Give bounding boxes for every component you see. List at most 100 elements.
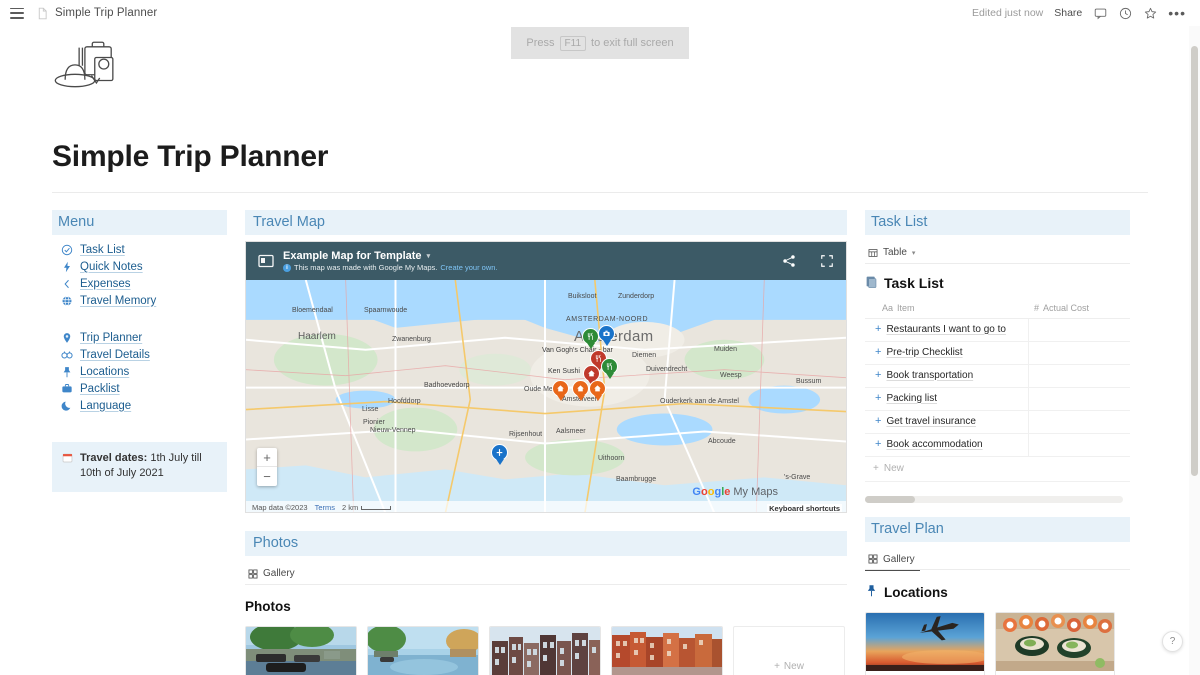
menu-item-locations[interactable]: Locations [52,363,227,380]
menu-item-trip-planner[interactable]: Trip Planner [52,329,227,346]
menu-item-travel-memory[interactable]: Travel Memory [52,292,227,309]
number-type-icon: # [1034,302,1040,313]
task-list-heading: Task List [865,210,1130,235]
keyboard-shortcuts-link[interactable]: Keyboard shortcuts [767,504,842,512]
toast-suffix: to exit full screen [591,37,674,49]
calendar-icon [62,452,73,481]
row-item: Pre-trip Checklist [886,346,963,358]
row-actual-cost[interactable] [1028,318,1128,341]
zoom-in-button[interactable]: + [257,448,277,467]
menu-item-travel-details[interactable]: Travel Details [52,346,227,363]
expand-row-icon[interactable]: + [875,392,881,403]
tab-gallery-travelplan[interactable]: Gallery [865,550,920,571]
star-icon[interactable] [1143,6,1157,20]
table-row[interactable]: + Pre-trip Checklist [865,341,1130,365]
expand-row-icon[interactable]: + [875,438,881,449]
globe-icon [60,294,73,307]
row-actual-cost[interactable] [1028,364,1128,387]
tab-gallery-photos[interactable]: Gallery [245,564,300,585]
map-marker-restaurant[interactable] [582,328,599,350]
tab-table-tasklist[interactable]: Table ▾ [865,243,921,264]
plus-icon: + [873,462,879,474]
row-item: Book transportation [886,369,974,381]
map-label: Buiksloot [568,293,597,300]
map-marker-museum[interactable] [491,444,508,466]
expand-row-icon[interactable]: + [875,415,881,426]
grid-icon [868,554,878,564]
menu-item-label: Language [80,399,132,412]
table-row[interactable]: + Book transportation [865,364,1130,388]
scrollbar-thumb[interactable] [1191,46,1198,476]
row-actual-cost[interactable] [1028,433,1128,456]
map-tiles [246,280,846,512]
row-actual-cost[interactable] [1028,341,1128,364]
gallery-title-text: Locations [884,584,948,600]
zoom-out-button[interactable]: − [257,467,277,486]
comment-icon[interactable] [1093,6,1107,20]
expand-row-icon[interactable]: + [875,369,881,380]
map-zoom-controls[interactable]: + − [257,448,277,486]
menu-item-language[interactable]: Language [52,397,227,414]
ellipsis-icon[interactable]: ••• [1168,6,1186,20]
menu-divider-space [52,309,227,329]
document-title-topbar[interactable]: Simple Trip Planner [55,7,157,19]
map-marker-hotel[interactable] [552,380,569,402]
expand-icon[interactable] [820,254,834,268]
travel-dates-callout: Travel dates: 1th July till 10th of July… [52,442,227,492]
clock-icon[interactable] [1118,6,1132,20]
table-horizontal-scrollbar[interactable] [865,495,1123,503]
map-canvas[interactable]: Bloemendaal Spaarnwoude Buiksloot Zunder… [246,280,846,512]
map-terms-link[interactable]: Terms [315,503,335,512]
row-actual-cost[interactable] [1028,410,1128,433]
map-marker-restaurant[interactable] [601,358,618,380]
photo-card[interactable]: Untitled [367,625,479,675]
table-row[interactable]: + Get travel insurance [865,410,1130,434]
photo-card[interactable]: Untitled [611,625,723,675]
table-title-text: Task List [884,274,944,291]
table-row[interactable]: + Book accommodation [865,433,1130,457]
page-scrollbar[interactable] [1189,26,1200,675]
plan-card-kensushi[interactable]: KenSushi Oct 3, 2020 7:00 PM (GMT+2) Res… [995,612,1115,675]
map-marker-hotel[interactable] [572,380,589,402]
menu-item-task-list[interactable]: Task List [52,241,227,258]
map-label: Lisse [362,406,379,413]
menu-item-expenses[interactable]: Expenses [52,275,227,292]
help-button[interactable]: ? [1162,631,1183,652]
share-icon[interactable] [782,254,796,268]
menu-item-packlist[interactable]: Packlist [52,380,227,397]
menu-item-quick-notes[interactable]: Quick Notes [52,258,227,275]
suitcase-hat-camera-icon[interactable] [52,38,126,100]
photo-card[interactable]: Amsterdam 1 [245,625,357,675]
info-icon: i [283,263,291,272]
menu-heading: Menu [52,210,227,235]
expand-row-icon[interactable]: + [875,346,881,357]
table-row[interactable]: + Restaurants I want to go to [865,318,1130,342]
row-item: Get travel insurance [886,415,976,427]
map-label: Spaarnwoude [364,307,408,314]
chevron-down-icon[interactable]: ▾ [912,249,916,257]
menu-item-label: Locations [80,365,130,378]
share-button[interactable]: Share [1054,7,1082,19]
page-title[interactable]: Simple Trip Planner [52,140,1148,174]
map-create-your-own-link[interactable]: Create your own. [440,263,497,272]
table-row[interactable]: + Packing list [865,387,1130,411]
row-item: Book accommodation [886,438,983,450]
map-marker-hotel[interactable] [589,380,606,402]
photo-card[interactable]: Untitled [489,625,601,675]
menu-item-label: Quick Notes [80,260,143,273]
new-task-row-button[interactable]: + New [865,457,1130,482]
chevron-down-icon[interactable]: ▾ [427,252,431,260]
map-header: Example Map for Template ▾ i This map wa… [246,242,846,280]
map-attribution: This map was made with Google My Maps. [294,263,438,272]
google-my-maps-embed[interactable]: Example Map for Template ▾ i This map wa… [245,241,847,513]
plan-card-flight[interactable]: Flight to Destination Oct 1, 2020 Sleep [865,612,985,675]
expand-row-icon[interactable]: + [875,323,881,334]
new-photo-button[interactable]: + New [733,625,845,675]
map-marker-museum[interactable] [598,325,615,347]
sushi-platter-photo [996,613,1114,671]
map-panel-icon[interactable] [258,254,274,268]
row-actual-cost[interactable] [1028,387,1128,410]
map-label: Aalsmeer [556,428,586,435]
hamburger-icon[interactable] [10,7,24,19]
scrollbar-thumb[interactable] [865,495,915,503]
